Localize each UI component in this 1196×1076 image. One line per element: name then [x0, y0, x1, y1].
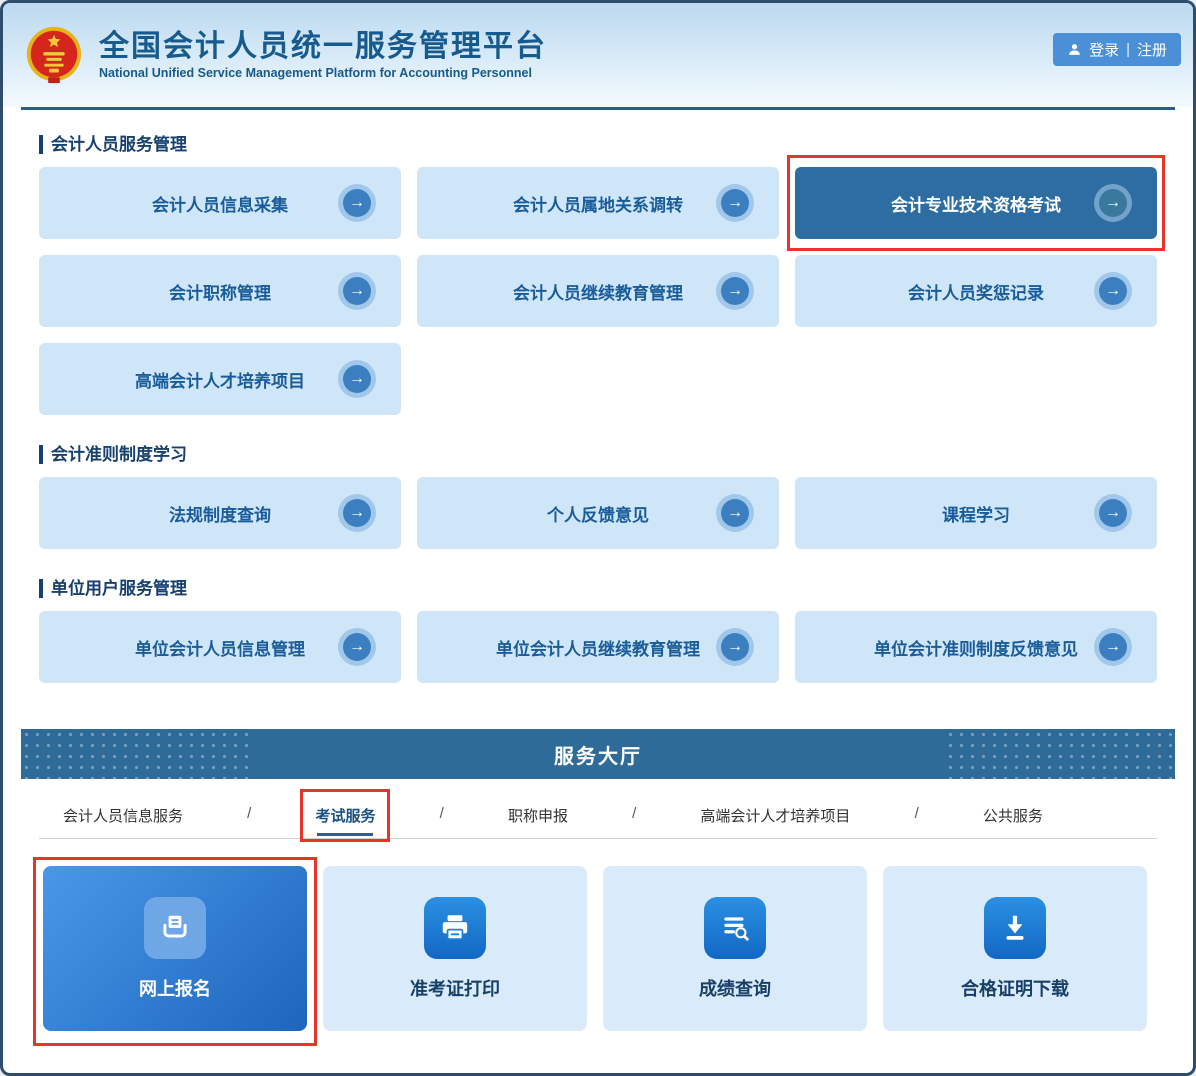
card-talent-training-program[interactable]: 高端会计人才培养项目	[39, 343, 401, 415]
tab-separator: /	[632, 805, 636, 822]
card-continuing-education[interactable]: 会计人员继续教育管理	[417, 255, 779, 327]
section-title-unit-user-service: 单位用户服务管理	[39, 579, 1157, 598]
arrow-circle-icon	[1099, 633, 1127, 661]
card-label: 法规制度查询	[169, 501, 271, 526]
arrow-circle-icon	[343, 189, 371, 217]
card-label: 会计人员奖惩记录	[908, 279, 1044, 304]
page: 全国会计人员统一服务管理平台 National Unified Service …	[0, 0, 1196, 1076]
arrow-circle-icon	[1099, 499, 1127, 527]
tab-separator: /	[915, 805, 919, 822]
arrow-circle-icon	[721, 499, 749, 527]
card-regulation-inquiry[interactable]: 法规制度查询	[39, 477, 401, 549]
tile-admission-ticket-print[interactable]: 准考证打印	[323, 866, 587, 1031]
arrow-circle-icon	[343, 277, 371, 305]
tile-online-registration[interactable]: 网上报名	[43, 866, 307, 1031]
tab-label: 高端会计人才培养项目	[700, 808, 850, 825]
tab-bar-divider	[39, 838, 1157, 839]
card-label: 单位会计人员信息管理	[135, 635, 305, 660]
card-label: 单位会计准则制度反馈意见	[874, 635, 1078, 660]
tab-exam-service[interactable]: 考试服务	[315, 805, 375, 838]
card-label: 会计人员继续教育管理	[513, 279, 683, 304]
printer-icon	[424, 897, 486, 959]
card-label: 会计专业技术资格考试	[891, 191, 1061, 216]
document-search-icon	[704, 897, 766, 959]
title-block: 全国会计人员统一服务管理平台 National Unified Service …	[99, 30, 547, 81]
tab-label: 考试服务	[315, 808, 375, 825]
tab-public-service[interactable]: 公共服务	[983, 805, 1043, 838]
tab-talent-program[interactable]: 高端会计人才培养项目	[700, 805, 850, 838]
arrow-circle-icon	[343, 633, 371, 661]
arrow-circle-icon	[1099, 189, 1127, 217]
tile-score-inquiry[interactable]: 成绩查询	[603, 866, 867, 1031]
section-title-standards-learning: 会计准则制度学习	[39, 445, 1157, 464]
page-title: 全国会计人员统一服务管理平台	[99, 30, 547, 65]
arrow-circle-icon	[721, 633, 749, 661]
card-label: 课程学习	[942, 501, 1010, 526]
tile-label: 合格证明下载	[961, 975, 1069, 1001]
user-icon	[1067, 42, 1082, 57]
service-hall-tab-bar: 会计人员信息服务 / 考试服务 / 职称申报 / 高端会计人才培养项目 / 公共…	[63, 805, 1043, 838]
card-info-collection[interactable]: 会计人员信息采集	[39, 167, 401, 239]
card-label: 个人反馈意见	[547, 501, 649, 526]
tab-label: 会计人员信息服务	[63, 808, 183, 825]
main-content: 会计人员服务管理 会计人员信息采集 会计人员属地关系调转 会计专业技术资格考试 …	[3, 135, 1193, 683]
arrow-circle-icon	[721, 277, 749, 305]
card-label: 会计人员属地关系调转	[513, 191, 683, 216]
card-label: 单位会计人员继续教育管理	[496, 635, 700, 660]
national-emblem-icon	[23, 24, 85, 86]
card-professional-qualification-exam[interactable]: 会计专业技术资格考试	[795, 167, 1157, 239]
section-personnel-service-cards: 会计人员信息采集 会计人员属地关系调转 会计专业技术资格考试 会计职称管理 会计…	[39, 167, 1157, 415]
page-subtitle: National Unified Service Management Plat…	[99, 66, 547, 80]
tile-label: 成绩查询	[699, 975, 771, 1001]
header-divider	[21, 107, 1175, 110]
card-unit-continuing-education[interactable]: 单位会计人员继续教育管理	[417, 611, 779, 683]
tile-certificate-download[interactable]: 合格证明下载	[883, 866, 1147, 1031]
card-territorial-transfer[interactable]: 会计人员属地关系调转	[417, 167, 779, 239]
section-standards-learning-cards: 法规制度查询 个人反馈意见 课程学习	[39, 477, 1157, 549]
section-title-personnel-service: 会计人员服务管理	[39, 135, 1157, 154]
login-label: 登录	[1089, 39, 1119, 60]
tab-label: 职称申报	[508, 808, 568, 825]
exam-service-tiles: 网上报名 准考证打印	[43, 866, 1147, 1031]
card-reward-punishment-record[interactable]: 会计人员奖惩记录	[795, 255, 1157, 327]
login-register-button[interactable]: 登录 | 注册	[1053, 33, 1181, 66]
header: 全国会计人员统一服务管理平台 National Unified Service …	[3, 3, 1193, 107]
tab-separator: /	[247, 805, 251, 822]
card-course-learning[interactable]: 课程学习	[795, 477, 1157, 549]
card-personal-feedback[interactable]: 个人反馈意见	[417, 477, 779, 549]
tab-separator: /	[440, 805, 444, 822]
register-label: 注册	[1137, 39, 1167, 60]
card-title-management[interactable]: 会计职称管理	[39, 255, 401, 327]
tab-personnel-info-service[interactable]: 会计人员信息服务	[63, 805, 183, 838]
arrow-circle-icon	[1099, 277, 1127, 305]
tab-title-application[interactable]: 职称申报	[508, 805, 568, 838]
active-tab-underline	[317, 833, 373, 836]
card-label: 高端会计人才培养项目	[135, 367, 305, 392]
download-icon	[984, 897, 1046, 959]
card-label: 会计职称管理	[169, 279, 271, 304]
tile-label: 准考证打印	[410, 975, 500, 1001]
arrow-circle-icon	[721, 189, 749, 217]
card-unit-standards-feedback[interactable]: 单位会计准则制度反馈意见	[795, 611, 1157, 683]
inbox-submit-icon	[144, 897, 206, 959]
tab-label: 公共服务	[983, 808, 1043, 825]
card-label: 会计人员信息采集	[152, 191, 288, 216]
card-unit-personnel-info[interactable]: 单位会计人员信息管理	[39, 611, 401, 683]
login-register-separator: |	[1126, 41, 1130, 58]
service-hall-banner: 服务大厅	[21, 729, 1175, 779]
service-hall-title: 服务大厅	[554, 740, 642, 769]
arrow-circle-icon	[343, 499, 371, 527]
section-unit-user-service-cards: 单位会计人员信息管理 单位会计人员继续教育管理 单位会计准则制度反馈意见	[39, 611, 1157, 683]
arrow-circle-icon	[343, 365, 371, 393]
tile-label: 网上报名	[139, 975, 211, 1001]
